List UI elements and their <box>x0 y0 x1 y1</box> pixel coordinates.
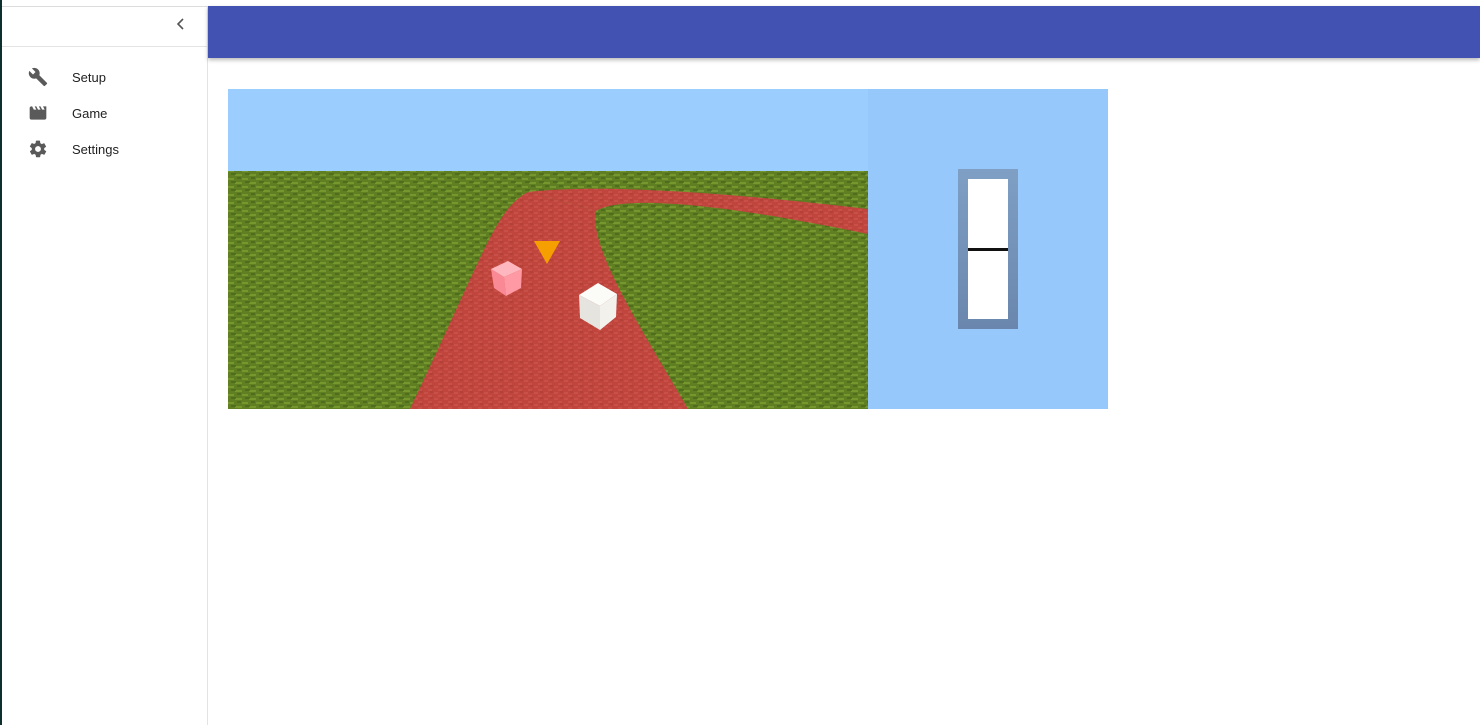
gear-icon <box>28 139 48 159</box>
app-top-bar <box>208 6 1480 58</box>
chevron-left-icon <box>176 17 186 35</box>
sidebar-item-label: Settings <box>72 141 119 157</box>
game-viewport[interactable] <box>228 89 868 409</box>
sidebar-item-label: Setup <box>72 69 106 85</box>
gauge-meter <box>958 169 1018 329</box>
sky <box>228 89 868 171</box>
sidebar-item-game[interactable]: Game <box>2 95 207 131</box>
gauge-panel <box>868 89 1108 409</box>
sidebar-nav: Setup Game Settings <box>2 47 207 167</box>
clapperboard-icon <box>28 103 48 123</box>
sidebar-item-setup[interactable]: Setup <box>2 59 207 95</box>
sidebar-item-settings[interactable]: Settings <box>2 131 207 167</box>
game-area <box>228 89 1108 409</box>
wrench-icon <box>28 67 48 87</box>
sidebar-header <box>2 6 207 47</box>
game-scene <box>228 89 868 409</box>
gauge-needle <box>968 247 1008 251</box>
collapse-sidebar-button[interactable] <box>169 14 193 38</box>
sidebar-item-label: Game <box>72 105 108 121</box>
sidebar: Setup Game Settings <box>2 6 208 725</box>
